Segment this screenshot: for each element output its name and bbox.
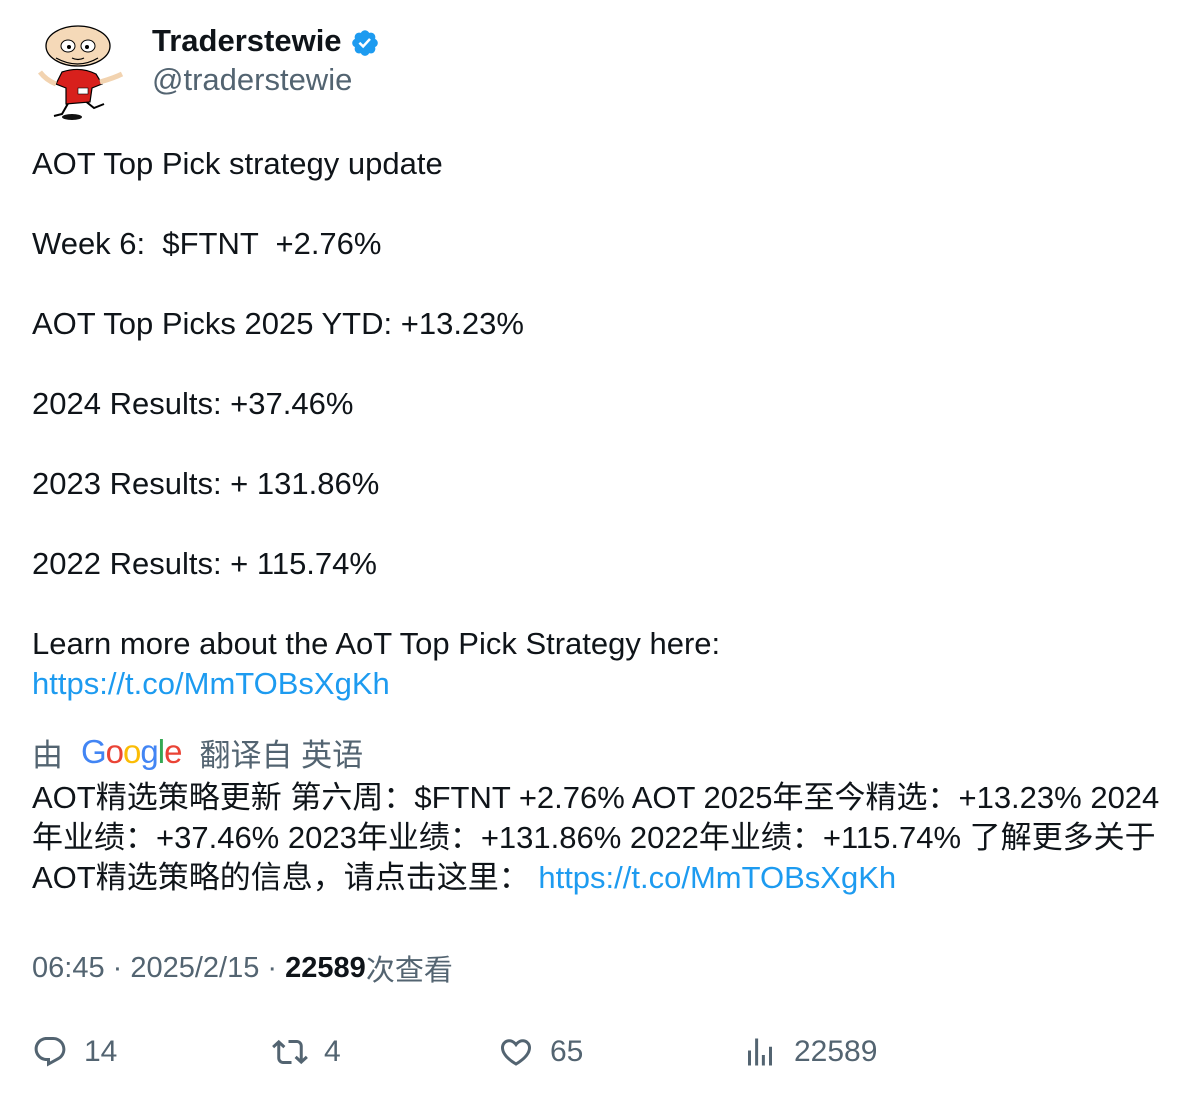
tweet-line: 2024 Results: +37.46%	[32, 386, 354, 421]
views-action-count: 22589	[794, 1035, 878, 1068]
author-handle[interactable]: @traderstewie	[152, 62, 380, 98]
translated-text: AOT精选策略更新 第六周：$FTNT +2.76% AOT 2025年至今精选…	[32, 778, 1162, 898]
tweet-link[interactable]: https://t.co/MmTOBsXgKh	[32, 666, 390, 701]
name-row: Traderstewie	[152, 20, 380, 62]
bar-chart-icon	[748, 1038, 772, 1066]
google-logo: Google	[81, 733, 182, 770]
tweet-text: AOT Top Pick strategy update Week 6: $FT…	[32, 144, 1172, 704]
tweet-card: Traderstewie @traderstewie AOT Top Pick …	[32, 20, 1172, 988]
cartoon-avatar-icon[interactable]	[32, 22, 132, 122]
verified-badge-icon[interactable]	[350, 28, 380, 58]
translation-attribution: 由 Google 翻译自 英语	[32, 732, 1172, 773]
views-label: 次查看	[365, 955, 453, 987]
reply-count: 14	[84, 1035, 118, 1068]
tweet-meta: 06:45 · 2025/2/15 · 22589 次查看	[32, 948, 1172, 988]
tweet-time[interactable]: 06:45	[32, 952, 105, 985]
tweet-line	[32, 344, 1172, 384]
reply-icon	[34, 1037, 66, 1067]
tweet-line	[32, 264, 1172, 304]
author-identity: Traderstewie @traderstewie	[152, 20, 380, 98]
meta-separator: ·	[104, 951, 131, 984]
tweet-header: Traderstewie @traderstewie	[32, 20, 1172, 124]
tweet-line: AOT Top Pick strategy update	[32, 146, 443, 181]
heart-icon	[500, 1039, 532, 1066]
retweet-icon	[272, 1039, 308, 1065]
translated-link[interactable]: https://t.co/MmTOBsXgKh	[538, 860, 896, 895]
tweet-line: Learn more about the AoT Top Pick Strate…	[32, 626, 721, 661]
tweet-line	[32, 504, 1172, 544]
like-count: 65	[550, 1035, 584, 1068]
reply-button[interactable]: 14	[32, 1030, 117, 1074]
tweet-line: Week 6: $FTNT +2.76%	[32, 226, 382, 261]
meta-separator: ·	[259, 951, 286, 984]
like-button[interactable]: 65	[498, 1030, 583, 1074]
tweet-actions: 14 4 65 22589	[32, 1030, 1132, 1074]
views-button[interactable]: 22589	[742, 1030, 877, 1074]
tweet-line	[32, 424, 1172, 464]
views-count: 22589	[285, 951, 366, 984]
retweet-button[interactable]: 4	[272, 1030, 341, 1074]
tweet-line: AOT Top Picks 2025 YTD: +13.23%	[32, 306, 524, 341]
tweet-line	[32, 184, 1172, 224]
tweet-line: 2022 Results: + 115.74%	[32, 546, 377, 581]
author-display-name[interactable]: Traderstewie	[152, 23, 342, 59]
translation-prefix: 由	[32, 737, 63, 773]
retweet-count: 4	[324, 1035, 341, 1068]
tweet-date[interactable]: 2025/2/15	[130, 952, 259, 985]
tweet-line	[32, 584, 1172, 624]
translation-suffix: 翻译自 英语	[199, 737, 364, 773]
tweet-line: 2023 Results: + 131.86%	[32, 466, 380, 501]
